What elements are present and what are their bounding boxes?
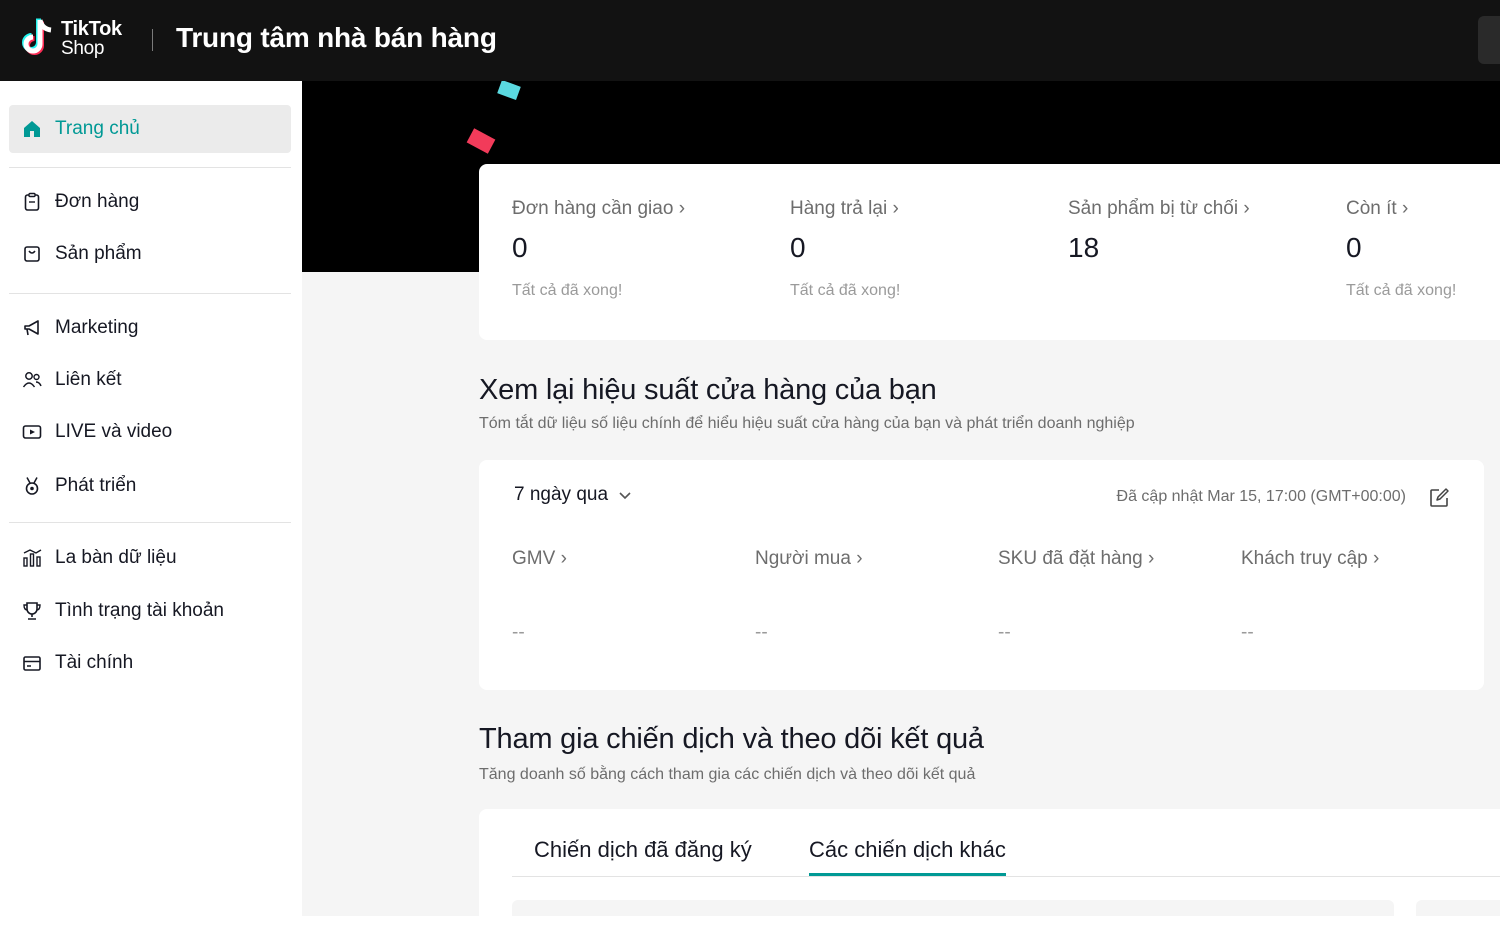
sidebar-item-label: Trang chủ xyxy=(55,118,140,139)
sidebar-item-growth[interactable]: Phát triển xyxy=(9,462,291,510)
sidebar-item-label: La bàn dữ liệu xyxy=(55,547,177,568)
metric-label: SKU đã đặt hàng xyxy=(998,548,1143,569)
megaphone-icon xyxy=(21,317,43,339)
summary-note: Tất cả đã xong! xyxy=(790,282,901,299)
sidebar-item-data-compass[interactable]: La bàn dữ liệu xyxy=(9,534,291,582)
performance-subtitle: Tóm tắt dữ liệu số liệu chính để hiểu hi… xyxy=(479,415,1135,432)
affiliate-users-icon xyxy=(21,369,43,391)
tabs-divider xyxy=(512,876,1500,877)
tab-registered-campaigns[interactable]: Chiến dịch đã đăng ký xyxy=(534,837,752,873)
summary-value: 18 xyxy=(1068,232,1100,263)
sidebar-item-label: LIVE và video xyxy=(55,421,173,442)
chevron-right-icon: › xyxy=(1243,198,1250,219)
live-video-icon xyxy=(21,421,43,443)
tab-other-campaigns[interactable]: Các chiến dịch khác xyxy=(809,837,1006,876)
logo-text-shop: Shop xyxy=(61,38,105,59)
page-title: Trung tâm nhà bán hàng xyxy=(176,22,497,53)
page-bottom xyxy=(0,916,1500,950)
chevron-right-icon: › xyxy=(560,548,567,569)
chevron-right-icon: › xyxy=(856,548,863,569)
summary-label: Hàng trả lại xyxy=(790,198,888,219)
tiktok-logo-icon xyxy=(22,18,52,55)
summary-note: Tất cả đã xong! xyxy=(1346,282,1457,299)
product-bag-icon xyxy=(21,243,43,265)
campaigns-title: Tham gia chiến dịch và theo dõi kết quả xyxy=(479,723,984,755)
chevron-right-icon: › xyxy=(678,198,686,219)
metric-skus-ordered[interactable]: SKU đã đặt hàng › -- xyxy=(998,548,1154,644)
metric-value: -- xyxy=(755,622,768,643)
campaigns-subtitle: Tăng doanh số bằng cách tham gia các chi… xyxy=(479,766,976,783)
chevron-right-icon: › xyxy=(1401,198,1409,219)
sidebar-item-affiliate[interactable]: Liên kết xyxy=(9,356,291,404)
sidebar: Trang chủ Đơn hàng Sản phẩm Marketing Li… xyxy=(0,81,302,950)
sidebar-item-label: Tình trạng tài khoản xyxy=(55,600,224,621)
summary-note: Tất cả đã xong! xyxy=(512,282,623,299)
sidebar-item-label: Sản phẩm xyxy=(55,243,142,264)
sidebar-item-marketing[interactable]: Marketing xyxy=(9,304,291,352)
summary-value: 0 xyxy=(790,232,806,263)
metric-value: -- xyxy=(512,622,525,643)
sidebar-item-finance[interactable]: Tài chính xyxy=(9,639,291,687)
top-bar: TikTok Shop Trung tâm nhà bán hàng xyxy=(0,0,1500,81)
growth-medal-icon xyxy=(21,475,43,497)
summary-label: Còn ít xyxy=(1346,198,1397,219)
edit-icon[interactable] xyxy=(1428,487,1450,509)
last-updated-text: Đã cập nhật Mar 15, 17:00 (GMT+00:00) xyxy=(1116,488,1406,505)
account-health-trophy-icon xyxy=(21,600,43,622)
sidebar-item-label: Phát triển xyxy=(55,475,137,496)
performance-card: 7 ngày qua Đã cập nhật Mar 15, 17:00 (GM… xyxy=(479,460,1484,690)
campaign-panel xyxy=(512,900,1394,916)
summary-returns[interactable]: Hàng trả lại › 0 Tất cả đã xong! xyxy=(790,198,900,300)
sidebar-item-orders[interactable]: Đơn hàng xyxy=(9,178,291,226)
confetti-decoration xyxy=(466,128,496,154)
header-right-control[interactable] xyxy=(1478,16,1500,64)
chevron-right-icon: › xyxy=(1148,548,1155,569)
sidebar-divider xyxy=(9,293,291,294)
tiktok-shop-logo[interactable]: TikTok Shop xyxy=(18,16,138,64)
metric-gmv[interactable]: GMV › -- xyxy=(512,548,567,644)
metric-label: GMV xyxy=(512,548,556,569)
metric-label: Khách truy cập xyxy=(1241,548,1368,569)
sidebar-item-label: Liên kết xyxy=(55,369,122,390)
metric-value: -- xyxy=(1241,622,1254,643)
sidebar-item-label: Marketing xyxy=(55,317,139,338)
data-compass-icon xyxy=(21,547,43,569)
sidebar-item-account-health[interactable]: Tình trạng tài khoản xyxy=(9,587,291,635)
metric-buyers[interactable]: Người mua › -- xyxy=(755,548,863,644)
logo-text-tiktok: TikTok xyxy=(61,18,122,40)
summary-rejected-products[interactable]: Sản phẩm bị từ chối › 18 xyxy=(1068,198,1250,282)
sidebar-item-live-video[interactable]: LIVE và video xyxy=(9,408,291,456)
sidebar-divider xyxy=(9,167,291,168)
period-label: 7 ngày qua xyxy=(514,484,609,505)
chevron-right-icon: › xyxy=(892,198,899,219)
confetti-decoration xyxy=(497,81,521,100)
campaign-panel xyxy=(1416,900,1500,916)
summary-value: 0 xyxy=(1346,232,1362,263)
chevron-right-icon: › xyxy=(1373,548,1380,569)
main-background xyxy=(302,272,480,916)
sidebar-item-label: Tài chính xyxy=(55,652,134,673)
sidebar-item-home[interactable]: Trang chủ xyxy=(9,105,291,153)
order-clipboard-icon xyxy=(21,191,43,213)
home-icon xyxy=(21,118,43,140)
campaigns-card: Chiến dịch đã đăng ký Các chiến dịch khá… xyxy=(479,809,1500,916)
summary-value: 0 xyxy=(512,232,528,263)
sidebar-item-label: Đơn hàng xyxy=(55,191,140,212)
chevron-down-icon xyxy=(619,492,631,500)
period-dropdown[interactable]: 7 ngày qua xyxy=(514,484,632,506)
finance-wallet-icon xyxy=(21,652,43,674)
sidebar-item-products[interactable]: Sản phẩm xyxy=(9,230,291,278)
performance-title: Xem lại hiệu suất cửa hàng của bạn xyxy=(479,374,937,406)
header-divider xyxy=(152,29,153,51)
summary-label: Sản phẩm bị từ chối xyxy=(1068,198,1239,219)
summary-low-stock[interactable]: Còn ít › 0 Tất cả đã xong! xyxy=(1346,198,1456,300)
metric-value: -- xyxy=(998,622,1011,643)
todo-summary-card: Đơn hàng cần giao › 0 Tất cả đã xong! Hà… xyxy=(479,164,1500,340)
summary-label: Đơn hàng cần giao xyxy=(512,198,674,219)
metric-label: Người mua xyxy=(755,548,851,569)
metric-visitors[interactable]: Khách truy cập › -- xyxy=(1241,548,1379,644)
sidebar-divider xyxy=(9,522,291,523)
summary-orders-to-ship[interactable]: Đơn hàng cần giao › 0 Tất cả đã xong! xyxy=(512,198,685,300)
